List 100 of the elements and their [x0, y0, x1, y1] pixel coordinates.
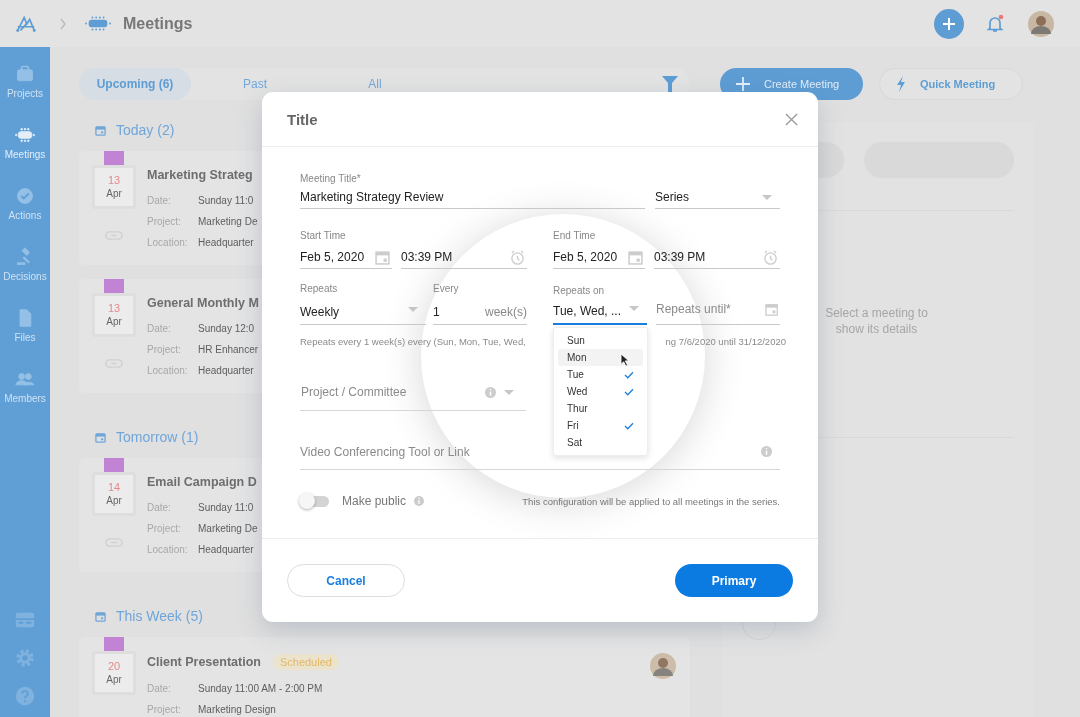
repeat-summary: Repeats every 1 week(s) every (Sun, Mon, Tue, Wed,	[300, 336, 526, 347]
field-label: Location:	[147, 364, 189, 378]
repeats-select[interactable]: Weekly	[300, 299, 426, 325]
plus-icon	[736, 77, 750, 91]
group-title: Tomorrow (1)	[116, 429, 199, 445]
note-text: This configuration will be applied to all meetings in the series.	[522, 495, 780, 507]
dialog-button[interactable]: Cancel	[287, 564, 405, 597]
close-icon[interactable]	[785, 112, 798, 126]
menu-item[interactable]: Wed	[558, 383, 643, 400]
field-label: Project:	[147, 343, 182, 357]
toggle-label: Make public	[342, 494, 407, 508]
menu-item[interactable]: Tue	[558, 366, 643, 383]
field-label: Every	[433, 283, 460, 294]
group-title: Today (2)	[116, 122, 175, 138]
date-day: 14	[107, 481, 121, 494]
toggle-switch[interactable]	[300, 495, 329, 507]
calendar-icon	[95, 124, 106, 136]
meeting-table-icon	[85, 16, 111, 31]
plus-icon	[942, 16, 956, 31]
every-field[interactable]: 1 week(s)	[433, 299, 527, 325]
check-circle-icon	[15, 186, 35, 206]
field-label: Start Time	[300, 230, 347, 241]
repeats-until-field[interactable]: Repeats until*	[656, 302, 765, 316]
meeting-title: Email Campaign D	[147, 475, 257, 489]
repeat-summary: ng 7/6/2020 until 31/12/2020	[665, 336, 786, 347]
date-month: Apr	[106, 187, 122, 200]
info-icon	[414, 496, 425, 506]
date-day: 13	[107, 302, 121, 315]
field-value: Sunday 11:0	[198, 194, 254, 208]
field-label: Repeats	[300, 283, 339, 294]
bell-icon[interactable]	[985, 13, 1005, 34]
filter-icon[interactable]	[662, 75, 678, 93]
avatar[interactable]	[1028, 10, 1054, 37]
info-icon	[485, 386, 496, 398]
field-label: Date:	[147, 322, 172, 336]
calendar-icon[interactable]	[764, 301, 778, 317]
date-day: 13	[107, 174, 121, 187]
calendar-icon[interactable]	[375, 249, 390, 265]
meeting-title: Client Presentation	[147, 655, 261, 669]
calendar-icon[interactable]	[628, 249, 643, 265]
status-badge: Scheduled	[272, 654, 339, 670]
help-icon[interactable]	[14, 685, 36, 707]
info-icon	[761, 446, 772, 457]
time-field[interactable]: 03:39 PM	[654, 246, 780, 269]
field-label: Project:	[147, 703, 182, 717]
project-select[interactable]: Project / Committee	[300, 385, 485, 399]
date-month: Apr	[106, 673, 122, 686]
dialog-button[interactable]: Primary	[675, 564, 793, 597]
meeting-card[interactable]: 20 Apr Client Presentation Scheduled Date: Sunday 11:00 AM - 2:00 PM Project: Marketing Design	[79, 637, 690, 717]
time-field[interactable]: 03:39 PM	[401, 246, 527, 269]
date-month: Apr	[106, 315, 122, 328]
field-label: Location:	[147, 236, 189, 250]
field-value: Headquarter	[198, 236, 254, 250]
field-label: Repeats on	[553, 285, 606, 296]
flag-marker	[104, 458, 124, 472]
date-day: 20	[107, 660, 121, 673]
meeting-table-icon	[15, 125, 35, 145]
alarm-clock-icon[interactable]	[510, 249, 525, 265]
meeting-title: General Monthly M	[147, 296, 259, 310]
chevron-icon	[59, 17, 67, 30]
field-value: HR Enhancer	[198, 343, 259, 357]
field-label: End Time	[553, 230, 597, 241]
menu-item[interactable]: Fri	[558, 417, 643, 434]
cursor-icon	[620, 353, 629, 367]
page-title: Meetings	[123, 14, 193, 33]
field-label: Location:	[147, 543, 189, 557]
settings-icon[interactable]	[14, 647, 36, 669]
field-label: Project:	[147, 215, 182, 229]
menu-item[interactable]: Mon	[558, 349, 643, 366]
menu-item[interactable]: Thur	[558, 400, 643, 417]
field-value: Headquarter	[198, 364, 254, 378]
meeting-title: Marketing Strateg	[147, 168, 253, 182]
date-field[interactable]: Feb 5, 2020	[300, 246, 392, 269]
repeats-on-select[interactable]: Tue, Wed, ...	[553, 298, 647, 325]
field-value: Headquarter	[198, 543, 254, 557]
calendar-icon	[95, 610, 106, 622]
logo-icon[interactable]	[15, 13, 37, 34]
series-select[interactable]: Series	[655, 173, 780, 209]
add-button[interactable]	[934, 8, 964, 39]
lightning-icon	[896, 76, 906, 92]
field-value: Marketing De	[198, 215, 258, 229]
field-value: Marketing De	[198, 522, 258, 536]
dialog-title: Title	[287, 110, 318, 128]
menu-item[interactable]: Sat	[558, 434, 643, 451]
check-icon	[624, 421, 634, 430]
empty-message: Select a meeting to show its details	[824, 305, 929, 337]
field-value: Sunday 11:00 AM - 2:00 PM	[198, 682, 323, 696]
calendar-icon	[95, 431, 106, 443]
field-label: Date:	[147, 501, 172, 515]
menu-item[interactable]: Sun	[558, 332, 643, 349]
flag-marker	[104, 279, 124, 293]
briefcase-icon	[15, 64, 35, 84]
title-field[interactable]: Meeting Title* Marketing Strategy Review	[300, 173, 645, 209]
flag-marker	[104, 151, 124, 165]
field-value: Sunday 11:0	[198, 501, 254, 515]
group-title: This Week (5)	[116, 608, 203, 624]
field-value: Marketing Design	[198, 703, 276, 717]
date-field[interactable]: Feb 5, 2020	[553, 246, 645, 269]
field-value: Sunday 12:0	[198, 322, 255, 336]
alarm-clock-icon[interactable]	[763, 249, 778, 265]
